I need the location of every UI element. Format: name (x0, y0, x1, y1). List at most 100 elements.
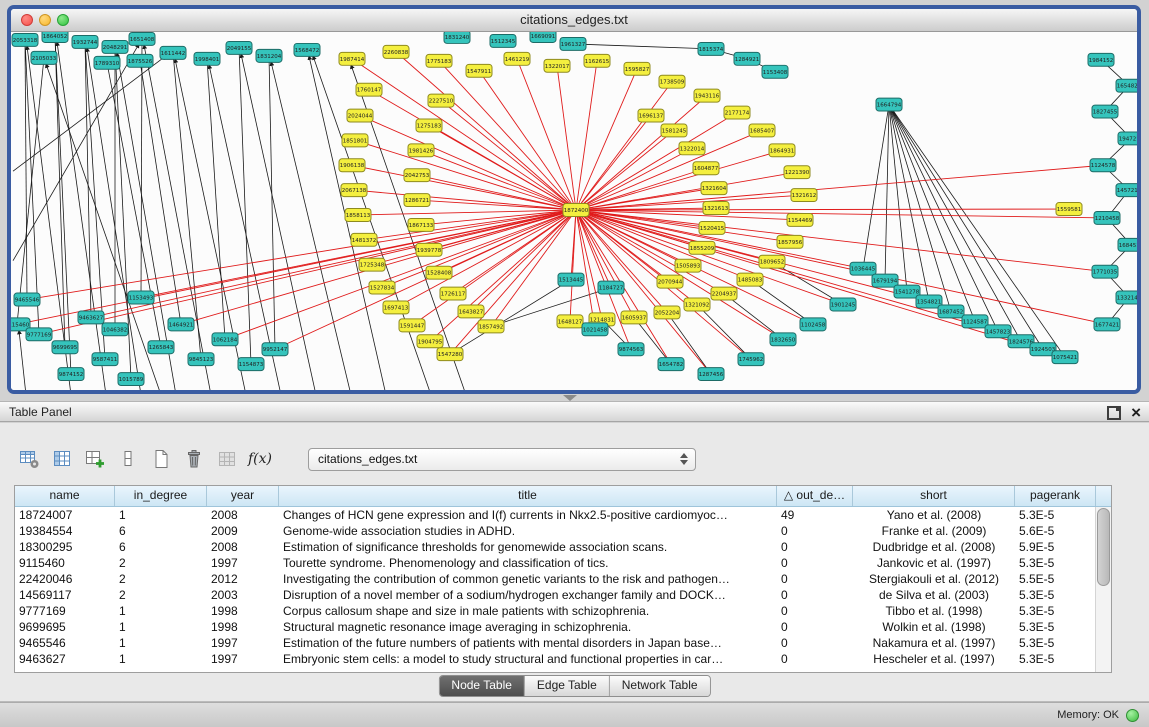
citation-edge-red[interactable] (576, 210, 1105, 272)
network-node[interactable]: 1771035 (1092, 265, 1118, 278)
network-node[interactable]: 1998401 (194, 52, 220, 65)
network-node[interactable]: 1153493 (128, 291, 154, 304)
network-node[interactable]: 1738509 (659, 75, 685, 88)
column-header[interactable]: in_degree (115, 486, 207, 506)
network-node[interactable]: 1864052 (42, 32, 68, 42)
table-row[interactable]: 977716911998Corpus callosum shape and si… (15, 603, 1111, 619)
network-node[interactable]: 1696137 (638, 109, 664, 122)
network-node[interactable]: 1864931 (769, 144, 795, 157)
network-node[interactable]: 1321092 (684, 298, 710, 311)
network-node[interactable]: 1591447 (399, 319, 425, 332)
delete-table-button[interactable] (181, 446, 207, 472)
citation-edge[interactable] (697, 304, 751, 359)
network-node[interactable]: 1322014 (679, 142, 705, 155)
network-node[interactable]: 1669091 (530, 32, 556, 42)
citation-edge-red[interactable] (517, 59, 576, 210)
network-node[interactable]: 1648127 (557, 315, 583, 328)
network-node[interactable]: 1481372 (351, 233, 377, 246)
network-node[interactable]: 9463627 (78, 311, 104, 324)
network-node[interactable]: 1643827 (458, 305, 484, 318)
network-node[interactable]: 1987414 (339, 52, 365, 65)
network-node[interactable]: 1275183 (416, 119, 442, 132)
network-node[interactable]: 1154469 (787, 213, 813, 226)
function-builder-button[interactable]: f(x) (247, 446, 273, 472)
network-node[interactable]: 1046382 (102, 323, 128, 336)
network-node[interactable]: 1021458 (582, 323, 608, 336)
network-node[interactable]: 1527834 (369, 281, 395, 294)
citation-edge[interactable] (140, 61, 181, 325)
network-node[interactable]: 1153408 (762, 65, 788, 78)
network-node[interactable]: 9587411 (92, 353, 118, 366)
network-node[interactable]: 1943116 (694, 89, 720, 102)
network-node[interactable]: 1520415 (699, 221, 725, 234)
network-node[interactable]: 1932744 (72, 35, 98, 48)
column-header[interactable]: title (279, 486, 777, 506)
network-node[interactable]: 1831204 (256, 49, 282, 62)
citation-edge[interactable] (271, 62, 351, 390)
citation-edge[interactable] (141, 39, 142, 298)
network-node[interactable]: 1654821 (1116, 79, 1137, 92)
citation-edge-red[interactable] (557, 66, 576, 210)
network-node[interactable]: 1857956 (777, 235, 803, 248)
table-row[interactable]: 969969511998Structural magnetic resonanc… (15, 619, 1111, 635)
network-node[interactable]: 1162615 (584, 54, 610, 67)
table-row[interactable]: 1830029562008Estimation of significance … (15, 539, 1111, 555)
column-header[interactable]: short (853, 486, 1015, 506)
network-node[interactable]: 1809652 (759, 255, 785, 268)
network-node[interactable]: 1062184 (212, 333, 238, 346)
network-node[interactable]: 1124578 (1090, 159, 1116, 172)
citation-edge[interactable] (269, 56, 275, 349)
network-node[interactable]: 2260838 (383, 45, 409, 58)
new-table-button[interactable] (148, 446, 174, 472)
network-node[interactable]: 1581245 (661, 124, 687, 137)
network-node[interactable]: 1857492 (478, 320, 504, 333)
tab-edge-table[interactable]: Edge Table (525, 676, 610, 696)
network-node[interactable]: 1939778 (416, 243, 442, 256)
column-header[interactable]: year (207, 486, 279, 506)
network-node[interactable]: 1832650 (770, 333, 796, 346)
table-row[interactable]: 1872400712008Changes of HCN gene express… (15, 507, 1111, 523)
table-row[interactable]: 946362711997Embryonic stem cells: a mode… (15, 651, 1111, 667)
citation-edge[interactable] (17, 58, 44, 325)
memory-status-dot[interactable] (1126, 709, 1139, 722)
network-node[interactable]: 1547911 (466, 64, 492, 77)
table-source-select[interactable]: citations_edges.txt (308, 448, 696, 471)
network-node[interactable]: 2070944 (657, 275, 683, 288)
citation-edge[interactable] (173, 53, 201, 359)
table-row[interactable]: 1938455462009Genome-wide association stu… (15, 523, 1111, 539)
citation-edge[interactable] (55, 36, 65, 347)
network-node[interactable]: 1901245 (830, 298, 856, 311)
citation-edge[interactable] (144, 45, 211, 390)
network-node[interactable]: 2053318 (12, 33, 38, 46)
network-node[interactable]: 1457823 (985, 325, 1011, 338)
network-node[interactable]: 1855209 (689, 241, 715, 254)
network-node[interactable]: 9777169 (26, 328, 52, 341)
network-node[interactable]: 1726117 (440, 287, 466, 300)
network-node[interactable]: 1036445 (850, 262, 876, 275)
network-node[interactable]: 2227510 (428, 94, 454, 107)
network-node[interactable]: 2177174 (724, 106, 750, 119)
citation-edge[interactable] (241, 54, 316, 390)
network-node[interactable]: 1677421 (1094, 318, 1120, 331)
network-node[interactable]: 2067138 (341, 184, 367, 197)
network-node[interactable]: 2042753 (404, 169, 430, 182)
create-column-button[interactable] (82, 446, 108, 472)
network-node[interactable]: 1745962 (738, 353, 764, 366)
network-node[interactable]: 1102458 (800, 318, 826, 331)
table-row[interactable]: 2242004622012Investigating the contribut… (15, 571, 1111, 587)
network-node[interactable]: 1210458 (1094, 211, 1120, 224)
citation-edge-red[interactable] (576, 130, 762, 210)
citation-edge-red[interactable] (576, 195, 804, 210)
tab-network-table[interactable]: Network Table (610, 676, 710, 696)
network-node[interactable]: 1286721 (404, 194, 430, 207)
citation-edge-red[interactable] (355, 140, 576, 210)
citation-edge-red[interactable] (576, 210, 863, 269)
citation-edge[interactable] (309, 56, 386, 390)
network-node[interactable]: 1679194 (872, 274, 898, 287)
network-node[interactable]: 1154873 (238, 358, 264, 371)
network-node[interactable]: 1961327 (560, 37, 586, 50)
network-node[interactable]: 1858113 (345, 209, 371, 222)
network-node[interactable]: 1725348 (359, 258, 385, 271)
table-scrollbar[interactable] (1095, 507, 1111, 672)
network-node[interactable]: 1775183 (426, 54, 452, 67)
